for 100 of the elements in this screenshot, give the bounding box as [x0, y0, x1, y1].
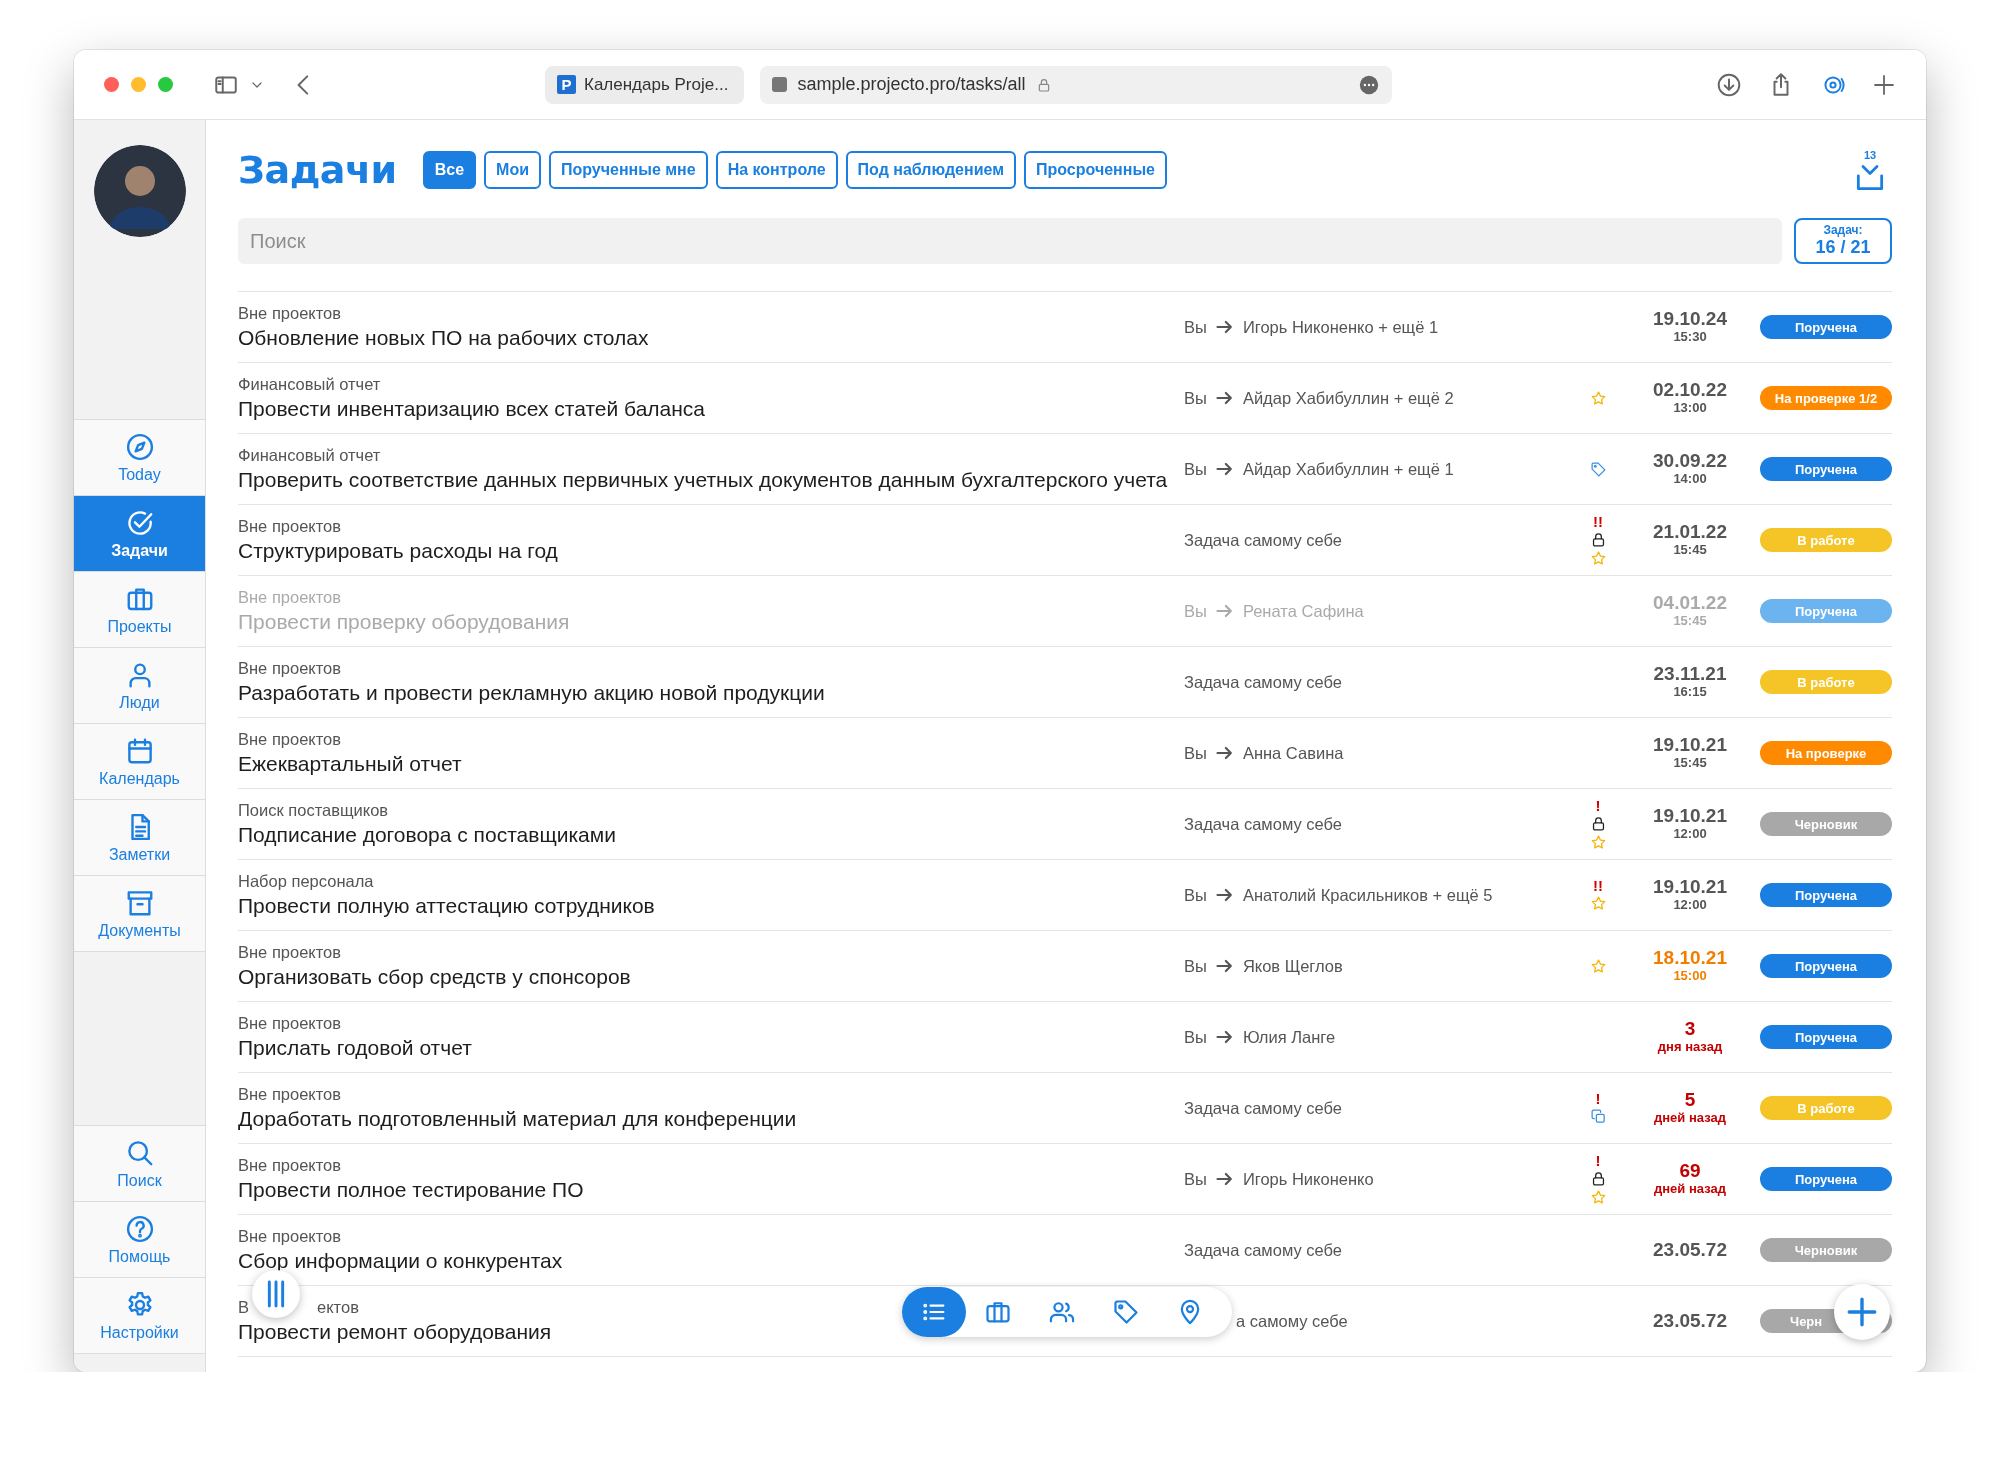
tag-icon: [1589, 460, 1607, 478]
assignee-name: Рената Сафина: [1242, 601, 1364, 621]
status-badge: Поручена: [1760, 1167, 1892, 1191]
star-icon: [1589, 957, 1607, 975]
more-icon[interactable]: [1358, 73, 1381, 96]
add-task-button[interactable]: [1834, 1284, 1890, 1340]
due-date: 23.05.72: [1652, 1310, 1728, 1332]
assigner-name: Вы: [1184, 956, 1207, 976]
status-badge: Поручена: [1760, 315, 1892, 339]
due-date: 19.10.21 12:00: [1652, 806, 1728, 842]
help-icon: [124, 1213, 155, 1244]
star-icon: [1589, 895, 1607, 912]
task-title[interactable]: Провести проверку оборудования: [238, 607, 570, 635]
columns-button[interactable]: [252, 1270, 300, 1318]
project-label: ектов: [317, 1297, 359, 1318]
project-label: Вне проектов: [238, 587, 342, 608]
assigner-name: Вы: [1184, 317, 1207, 337]
assignee-name: Анатолий Красильников + ещё 5: [1242, 885, 1493, 905]
task-title[interactable]: Доработать подготовленный материал для конференции: [238, 1104, 797, 1132]
user-avatar[interactable]: [93, 145, 186, 237]
due-date: 3 дня назад: [1656, 1019, 1724, 1055]
address-bar[interactable]: sample.projecto.pro/tasks/all: [760, 65, 1393, 104]
project-label: Финансовый отчет: [238, 445, 381, 466]
inbox-button[interactable]: 13: [1856, 149, 1884, 191]
download-icon[interactable]: [1716, 71, 1742, 98]
nav-item[interactable]: Задачи: [74, 496, 205, 572]
task-title[interactable]: Ежеквартальный отчет: [238, 749, 462, 777]
compass-icon: [124, 431, 155, 462]
project-label: Набор персонала: [238, 871, 374, 892]
close-window-button[interactable]: [104, 77, 119, 92]
due-date: 30.09.22 14:00: [1652, 451, 1728, 487]
nav-item[interactable]: Поиск: [74, 1126, 205, 1202]
project-label: Вне проектов: [238, 729, 342, 750]
maximize-window-button[interactable]: [158, 77, 173, 92]
assignee-name: Анна Савина: [1242, 743, 1344, 763]
due-date: 23.11.21 16:15: [1652, 664, 1728, 700]
assigner-name: Вы: [1184, 1169, 1207, 1189]
filter-tab[interactable]: Мои: [484, 151, 541, 189]
status-badge: В работе: [1760, 670, 1892, 694]
nav-item[interactable]: Настройки: [74, 1278, 205, 1354]
nav-item[interactable]: Проекты: [74, 572, 205, 648]
filter-tab[interactable]: Все: [422, 151, 477, 189]
assignee-name: Яков Щеглов: [1242, 956, 1343, 976]
task-title[interactable]: Проверить соответствие данных первичных учетных документов данным бухгалтерского учета: [238, 465, 1168, 493]
due-date: 21.01.22 15:45: [1652, 522, 1728, 558]
task-title[interactable]: Разработать и провести рекламную акцию новой продукции: [238, 678, 825, 706]
assignee-name: Задача самому себе: [1184, 530, 1342, 550]
status-badge: Поручена: [1760, 599, 1892, 623]
filter-tab[interactable]: Под наблюдением: [845, 151, 1016, 189]
site-icon: [772, 77, 788, 92]
due-date: 23.05.72: [1652, 1239, 1728, 1261]
favicon: P: [557, 75, 576, 94]
nav-item[interactable]: Помощь: [74, 1202, 205, 1278]
priority-mark: !: [1595, 1091, 1601, 1106]
plus-icon: [1845, 1295, 1879, 1329]
star-icon: [1589, 1188, 1607, 1206]
filter-tab[interactable]: На контроле: [715, 151, 838, 189]
project-label: Поиск поставщиков: [238, 800, 389, 821]
nav-item[interactable]: Today: [74, 420, 205, 496]
star-icon: [1589, 833, 1607, 851]
task-title[interactable]: Сбор информации о конкурентах: [238, 1246, 563, 1274]
priority-mark: !: [1595, 1152, 1601, 1168]
task-title[interactable]: Прислать годовой отчет: [238, 1033, 472, 1061]
task-title[interactable]: Провести полную аттестацию сотрудников: [238, 891, 655, 919]
task-title[interactable]: Организовать сбор средств у спонсоров: [238, 962, 631, 990]
counter-value: 16 / 21: [1815, 236, 1871, 259]
assignee-name: Задача самому себе: [1184, 672, 1342, 692]
copy-icon: [1589, 1108, 1607, 1125]
nav-item[interactable]: Календарь: [74, 724, 205, 800]
project-label: Финансовый отчет: [238, 374, 381, 395]
status-badge: На проверке: [1760, 741, 1892, 765]
task-title[interactable]: Провести ремонт оборудования: [238, 1317, 552, 1345]
assigner-name: Вы: [1184, 388, 1207, 408]
project-label: Вне проектов: [238, 1084, 342, 1105]
status-badge: Поручена: [1760, 883, 1892, 907]
nav-item[interactable]: Заметки: [74, 800, 205, 876]
search-field[interactable]: Поиск: [238, 218, 1782, 264]
view-button[interactable]: [902, 1287, 966, 1337]
url-text: sample.projecto.pro/tasks/all: [797, 74, 1026, 95]
page-title: Задачи: [238, 148, 397, 192]
assigner-name: Вы: [1184, 459, 1207, 479]
nav-item[interactable]: Люди: [74, 648, 205, 724]
due-date: 04.01.22 15:45: [1652, 593, 1728, 629]
assignee-name: Задача самому себе: [1184, 1098, 1342, 1118]
assigner-name: Вы: [1184, 885, 1207, 905]
filter-tab[interactable]: Просроченные: [1024, 151, 1167, 189]
nav-item[interactable]: Документы: [74, 876, 205, 952]
assignee-name: Задача самому себе: [1184, 814, 1342, 834]
task-title[interactable]: Провести инвентаризацию всех статей баланса: [238, 394, 705, 422]
due-date: 19.10.21 12:00: [1652, 877, 1728, 913]
priority-mark: !!: [1593, 878, 1603, 893]
filter-tab[interactable]: Порученные мне: [549, 151, 708, 189]
browser-tab[interactable]: P Календарь Proje...: [545, 65, 745, 104]
task-title[interactable]: Обновление новых ПО на рабочих столах: [238, 323, 649, 351]
task-title[interactable]: Структурировать расходы на год: [238, 536, 558, 564]
assignee-name: Айдар Хабибуллин + ещё 1: [1242, 459, 1454, 479]
task-title[interactable]: Подписание договора с поставщиками: [238, 820, 616, 848]
task-title[interactable]: Провести полное тестирование ПО: [238, 1175, 584, 1203]
new-tab-icon[interactable]: [1872, 72, 1896, 97]
due-date: 02.10.22 13:00: [1652, 380, 1728, 416]
